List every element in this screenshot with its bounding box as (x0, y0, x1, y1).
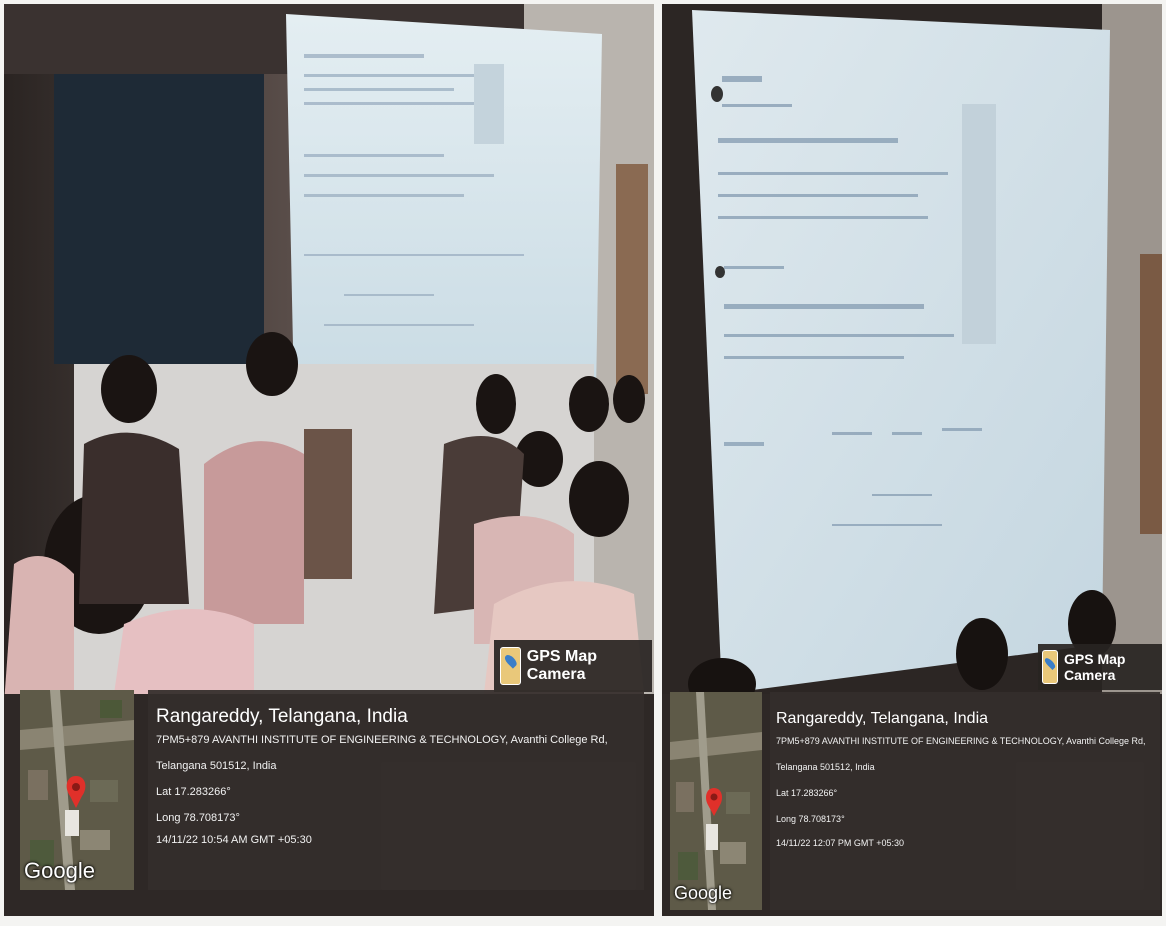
longitude: Long 78.708173° (156, 812, 240, 824)
google-watermark: Google (24, 858, 95, 883)
address-line-2: Telangana 501512, India (776, 762, 875, 772)
datetime-stamp: 14/11/22 12:07 PM GMT +05:30 (776, 838, 904, 848)
address-line-2: Telangana 501512, India (156, 760, 277, 772)
location-overlay: Google Rangareddy, Telangana, India 7PM5… (670, 692, 1160, 910)
badge-label: GPS Map Camera (526, 648, 598, 683)
badge-label: GPS Map Camera (1063, 651, 1126, 683)
projection-screen (692, 10, 1110, 694)
blackboard (54, 74, 264, 364)
longitude: Long 78.708173° (776, 814, 845, 824)
place-name: Rangareddy, Telangana, India (156, 706, 408, 727)
gps-map-camera-badge: GPS Map Camera (1038, 644, 1162, 690)
datetime-stamp: 14/11/22 10:54 AM GMT +05:30 (156, 834, 312, 846)
gps-camera-icon (500, 647, 521, 685)
satellite-map-thumbnail: Google (670, 692, 762, 910)
location-details: Rangareddy, Telangana, India 7PM5+879 AV… (148, 690, 644, 890)
latitude: Lat 17.283266° (776, 788, 838, 798)
address-line-1: 7PM5+879 AVANTHI INSTITUTE OF ENGINEERIN… (776, 736, 1146, 746)
latitude: Lat 17.283266° (156, 786, 231, 798)
location-details: Rangareddy, Telangana, India 7PM5+879 AV… (770, 692, 1160, 910)
google-watermark: Google (674, 883, 733, 903)
address-line-1: 7PM5+879 AVANTHI INSTITUTE OF ENGINEERIN… (156, 734, 608, 746)
projection-screen (286, 14, 602, 394)
gps-camera-icon (1042, 650, 1058, 684)
classroom-photo-2: GPS Map Camera Google Rangareddy, Telang (662, 4, 1162, 916)
place-name: Rangareddy, Telangana, India (776, 710, 989, 727)
satellite-map-thumbnail: Google (20, 690, 134, 890)
gps-map-camera-badge: GPS Map Camera (494, 640, 652, 692)
classroom-photo-1: GPS Map Camera Google Rangareddy, Telang… (4, 4, 654, 916)
location-overlay: Google Rangareddy, Telangana, India 7PM5… (20, 690, 644, 890)
